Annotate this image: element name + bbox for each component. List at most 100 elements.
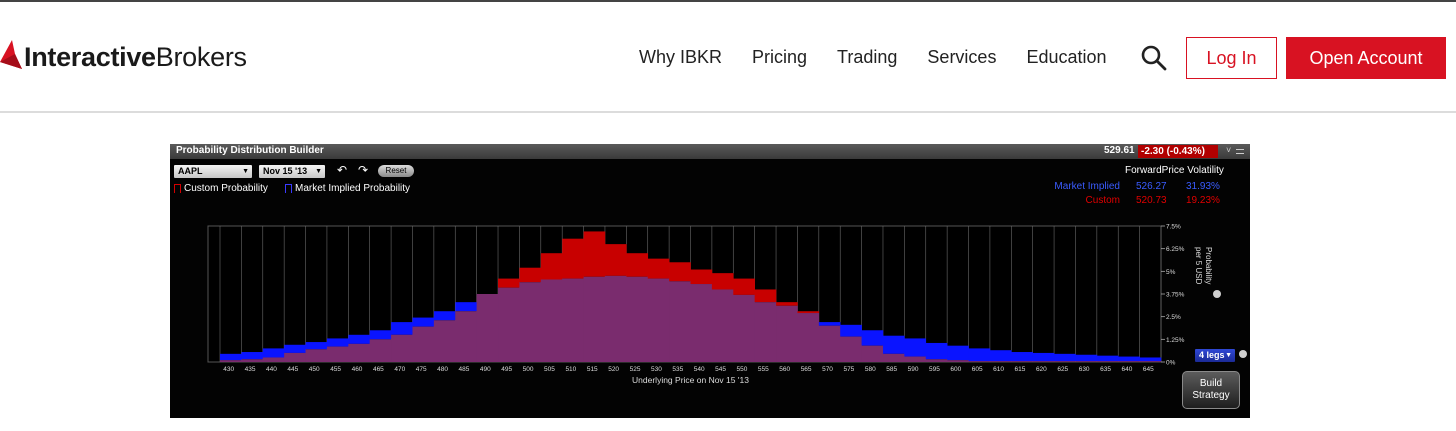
- x-tick-label: 475: [416, 366, 427, 373]
- overlap-bar: [1011, 361, 1033, 362]
- overlap-bar: [647, 278, 670, 362]
- custom-bar: [647, 258, 670, 279]
- overlap-bar: [604, 275, 627, 362]
- x-tick-label: 465: [373, 366, 384, 373]
- nav-education[interactable]: Education: [1011, 47, 1121, 68]
- custom-bar: [604, 244, 627, 276]
- x-tick-label: 620: [1036, 366, 1047, 373]
- overlap-bar: [840, 336, 862, 362]
- x-tick-label: 645: [1143, 366, 1154, 373]
- custom-bar: [776, 302, 798, 306]
- overlap-bar: [1139, 361, 1162, 362]
- overlap-bar: [241, 359, 264, 362]
- nav-pricing[interactable]: Pricing: [737, 47, 822, 68]
- x-tick-label: 485: [459, 366, 470, 373]
- x-tick-label: 535: [672, 366, 683, 373]
- market-bar: [904, 338, 927, 357]
- market-bar: [947, 345, 969, 361]
- overlap-bar: [968, 361, 991, 362]
- legs-select[interactable]: 4 legs ▼: [1195, 349, 1235, 362]
- x-tick-label: 635: [1100, 366, 1111, 373]
- custom-bar: [583, 231, 606, 277]
- x-tick-label: 590: [908, 366, 919, 373]
- x-tick-label: 500: [523, 366, 534, 373]
- market-bar: [882, 335, 905, 354]
- x-tick-label: 605: [972, 366, 983, 373]
- overlap-bar: [348, 343, 371, 362]
- market-bar: [284, 344, 306, 353]
- x-tick-label: 490: [480, 366, 491, 373]
- x-tick-label: 600: [950, 366, 961, 373]
- y-tick-label: 7.5%: [1166, 224, 1181, 231]
- overlap-bar: [476, 294, 499, 362]
- probability-distribution-builder-screenshot: Probability Distribution Builder 529.61 …: [170, 144, 1250, 418]
- custom-bar: [626, 253, 649, 277]
- x-tick-label: 435: [245, 366, 256, 373]
- overlap-bar: [776, 305, 798, 362]
- market-bar: [391, 322, 413, 335]
- nav-why-ibkr[interactable]: Why IBKR: [624, 47, 737, 68]
- x-tick-label: 430: [223, 366, 234, 373]
- overlap-bar: [305, 349, 328, 362]
- x-tick-label: 525: [630, 366, 641, 373]
- custom-bar: [711, 273, 734, 290]
- custom-bar: [540, 253, 563, 280]
- market-bar: [412, 317, 435, 327]
- market-bar: [1118, 356, 1140, 362]
- overlap-bar: [733, 294, 755, 362]
- overlap-bar: [540, 279, 563, 362]
- market-bar: [1096, 355, 1119, 362]
- open-account-button[interactable]: Open Account: [1286, 37, 1446, 79]
- ibkr-logo[interactable]: InteractiveBrokers: [0, 32, 247, 82]
- x-tick-label: 540: [694, 366, 705, 373]
- x-axis-label: Underlying Price on Nov 15 '13: [632, 375, 749, 385]
- login-button[interactable]: Log In: [1186, 37, 1277, 79]
- overlap-bar: [947, 360, 969, 362]
- overlap-bar: [1075, 361, 1098, 362]
- overlap-bar: [818, 325, 841, 362]
- nav-services[interactable]: Services: [912, 47, 1011, 68]
- overlap-bar: [861, 345, 884, 362]
- y-tick-label: 5%: [1166, 269, 1176, 276]
- probability-chart[interactable]: 430 435 440 445 450 455 460 465 470 475 480 485 490 4…: [170, 144, 1250, 418]
- y-tick-label: 3.75%: [1166, 292, 1185, 299]
- nav-trading[interactable]: Trading: [822, 47, 912, 68]
- market-bar: [1139, 357, 1162, 362]
- market-bar: [455, 302, 477, 312]
- site-header: InteractiveBrokers Why IBKR Pricing Trad…: [0, 2, 1456, 112]
- legs-handle[interactable]: [1239, 350, 1247, 358]
- y-axis-label-units: per 5 USD: [1194, 247, 1203, 285]
- x-tick-label: 575: [843, 366, 854, 373]
- x-tick-label: 480: [437, 366, 448, 373]
- x-tick-label: 520: [608, 366, 619, 373]
- market-bar: [220, 353, 242, 361]
- overlap-bar: [1118, 361, 1140, 362]
- y-axis-label: Probability: [1204, 247, 1213, 284]
- overlap-bar: [711, 289, 734, 362]
- market-bar: [241, 352, 264, 360]
- market-bar: [305, 342, 328, 350]
- overlap-bar: [690, 284, 713, 362]
- x-tick-label: 615: [1015, 366, 1026, 373]
- market-bar: [968, 348, 991, 362]
- ibkr-logo-icon: [0, 40, 22, 69]
- market-bar: [818, 322, 841, 326]
- overlap-bar: [433, 320, 456, 362]
- y-tick-label: 2.5%: [1166, 314, 1181, 321]
- overlap-bar: [989, 361, 1012, 362]
- overlap-bar: [882, 353, 905, 362]
- custom-bar: [797, 311, 820, 314]
- market-bar: [925, 342, 948, 360]
- market-bar: [1032, 352, 1055, 362]
- build-strategy-button[interactable]: Build Strategy: [1182, 371, 1240, 409]
- overlap-bar: [326, 346, 349, 362]
- overlap-bar: [262, 357, 285, 362]
- custom-bar: [754, 289, 777, 303]
- overlap-bar: [1054, 361, 1076, 362]
- x-tick-label: 580: [865, 366, 876, 373]
- market-bar: [348, 334, 371, 344]
- x-tick-label: 455: [330, 366, 341, 373]
- probability-axis-handle[interactable]: [1213, 290, 1221, 298]
- x-tick-label: 450: [309, 366, 320, 373]
- search-icon[interactable]: [1140, 44, 1168, 72]
